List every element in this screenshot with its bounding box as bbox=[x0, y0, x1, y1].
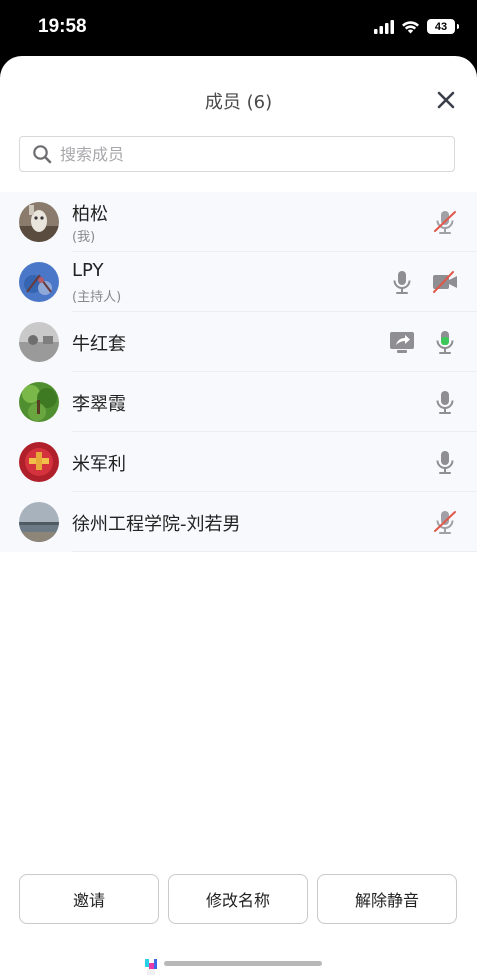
close-icon bbox=[437, 91, 455, 109]
member-name: 米军利 bbox=[72, 454, 126, 475]
member-role: (主持人) bbox=[72, 290, 122, 305]
unmute-all-button[interactable]: 解除静音 bbox=[317, 874, 457, 924]
members-sheet: 成员 (6) 柏松 bbox=[0, 56, 477, 976]
microphone-active-icon bbox=[436, 331, 454, 354]
row-divider bbox=[72, 551, 477, 552]
mic-muted-icon bbox=[434, 211, 456, 234]
battery-icon: 43 bbox=[427, 19, 459, 34]
mic-muted-button[interactable] bbox=[431, 208, 459, 236]
mic-button[interactable] bbox=[388, 268, 416, 296]
search-icon bbox=[33, 145, 52, 164]
avatar bbox=[19, 382, 59, 422]
avatar bbox=[19, 202, 59, 242]
status-time: 19:58 bbox=[38, 16, 87, 37]
microphone-icon bbox=[393, 271, 411, 294]
avatar bbox=[19, 442, 59, 482]
member-name: LPY bbox=[72, 260, 104, 281]
close-button[interactable] bbox=[435, 89, 457, 111]
rename-button[interactable]: 修改名称 bbox=[168, 874, 308, 924]
sheet-header: 成员 (6) bbox=[0, 56, 477, 138]
status-bar: 19:58 43 bbox=[0, 0, 477, 56]
camera-off-icon bbox=[433, 271, 457, 293]
member-row[interactable]: LPY (主持人) bbox=[0, 252, 477, 312]
member-name: 柏松 bbox=[72, 204, 108, 225]
avatar bbox=[19, 502, 59, 542]
mic-button[interactable] bbox=[431, 448, 459, 476]
avatar bbox=[19, 262, 59, 302]
bottom-action-bar: 邀请 修改名称 解除静音 bbox=[19, 874, 458, 926]
screen-share-button[interactable] bbox=[388, 328, 416, 356]
home-indicator[interactable] bbox=[164, 961, 322, 966]
member-row[interactable]: 李翠霞 bbox=[0, 372, 477, 432]
sheet-title: 成员 (6) bbox=[204, 92, 273, 113]
status-icons: 43 bbox=[374, 19, 459, 34]
screen-share-icon bbox=[390, 332, 414, 353]
mic-muted-icon bbox=[434, 511, 456, 534]
search-box[interactable] bbox=[19, 136, 455, 172]
member-row[interactable]: 柏松 (我) bbox=[0, 192, 477, 252]
member-row[interactable]: 米军利 bbox=[0, 432, 477, 492]
member-name: 牛红套 bbox=[72, 334, 126, 355]
member-row[interactable]: 牛红套 bbox=[0, 312, 477, 372]
member-name: 李翠霞 bbox=[72, 394, 126, 415]
glitch-artifact bbox=[145, 959, 157, 975]
member-name: 徐州工程学院-刘若男 bbox=[72, 514, 241, 535]
mic-muted-button[interactable] bbox=[431, 508, 459, 536]
mic-active-button[interactable] bbox=[431, 328, 459, 356]
microphone-icon bbox=[436, 391, 454, 414]
mic-button[interactable] bbox=[431, 388, 459, 416]
camera-off-button[interactable] bbox=[431, 268, 459, 296]
microphone-icon bbox=[436, 451, 454, 474]
invite-button[interactable]: 邀请 bbox=[19, 874, 159, 924]
member-row[interactable]: 徐州工程学院-刘若男 bbox=[0, 492, 477, 552]
search-input[interactable] bbox=[58, 138, 454, 170]
member-list: 柏松 (我) LPY (主持人) 牛红套 李翠霞 米军利 徐州工程学院-刘若男 bbox=[0, 192, 477, 552]
avatar bbox=[19, 322, 59, 362]
wifi-icon bbox=[402, 20, 419, 33]
member-role: (我) bbox=[72, 230, 96, 245]
cellular-signal-icon bbox=[374, 19, 394, 34]
